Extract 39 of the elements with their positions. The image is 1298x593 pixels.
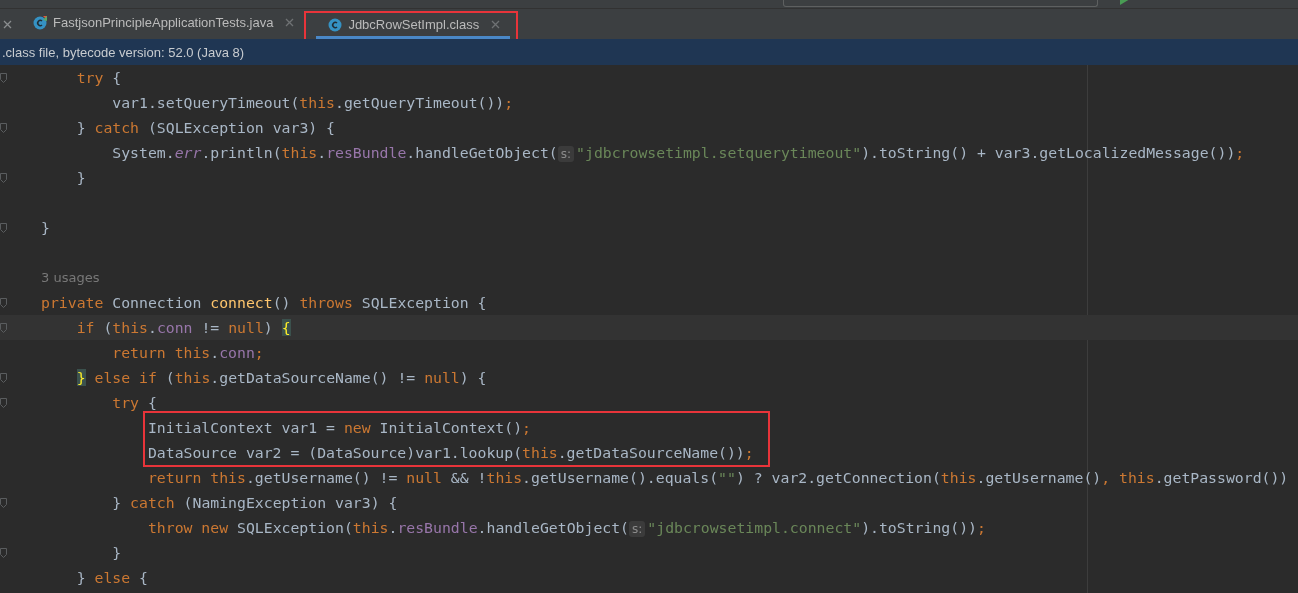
code-line: try { [111, 393, 158, 413]
code-line: } [111, 543, 123, 563]
test-class-icon [33, 15, 47, 30]
parameter-hint: s: [557, 146, 575, 162]
fold-icon[interactable] [0, 322, 7, 333]
fold-icon[interactable] [0, 122, 7, 133]
code-line: } else if (this.getDataSourceName() != null) { [75, 368, 488, 388]
code-line: } [41, 218, 51, 238]
code-line: } else { [75, 568, 149, 588]
matched-brace: { [281, 319, 291, 336]
fold-icon[interactable] [0, 397, 7, 408]
code-line: private Connection connect() throws SQLException { [41, 293, 488, 313]
code-line: } catch (SQLException var3) { [75, 118, 336, 138]
close-icon[interactable] [491, 20, 501, 29]
fold-icon[interactable] [0, 547, 7, 558]
fold-icon[interactable] [0, 172, 7, 183]
code-line: InitialContext var1 = new InitialContext(); [146, 418, 533, 438]
class-icon [328, 17, 343, 32]
parameter-hint: s: [629, 521, 646, 537]
code-line: var1.setQueryTimeout(this.getQueryTimeout()); [111, 93, 515, 113]
code-line: DataSource var2 = (DataSource)var1.lookup(this.getDataSourceName()); [146, 443, 754, 463]
info-text: .class file, bytecode version: 52.0 (Java 8) [1, 44, 245, 60]
run-icon[interactable] [1120, 0, 1130, 7]
code-line: System.err.println(this.resBundle.handleGetObject( s: "jdbcrowsetimpl.setquerytimeout").toString() + var3.getLocalizedMessage()); [111, 143, 1246, 164]
code-line: } [75, 168, 87, 188]
code-line: throw new SQLException(this.resBundle.handleGetObject( s: "jdbcrowsetimpl.connect").toString()); [146, 518, 987, 539]
code-line: return this.getUsername() != null && !this.getUsername().equals("") ? var2.getConnection(this.getUsername(), this.getPassword()) [146, 468, 1290, 488]
fold-icon[interactable] [0, 222, 7, 233]
editor-tab[interactable]: FastjsonPrincipleApplicationTests.java [21, 9, 305, 39]
fold-icon[interactable] [0, 497, 7, 508]
matched-brace: } [76, 369, 86, 386]
code-line: return this.conn; [111, 343, 265, 363]
fold-icon[interactable] [0, 72, 7, 83]
close-icon[interactable] [285, 18, 295, 27]
code-line: try { [75, 68, 123, 88]
usages-hint[interactable]: 3 usages [41, 265, 1298, 290]
code-line: } catch (NamingException var3) { [111, 493, 399, 513]
fold-icon[interactable] [0, 297, 7, 308]
fold-icon[interactable] [0, 372, 7, 383]
